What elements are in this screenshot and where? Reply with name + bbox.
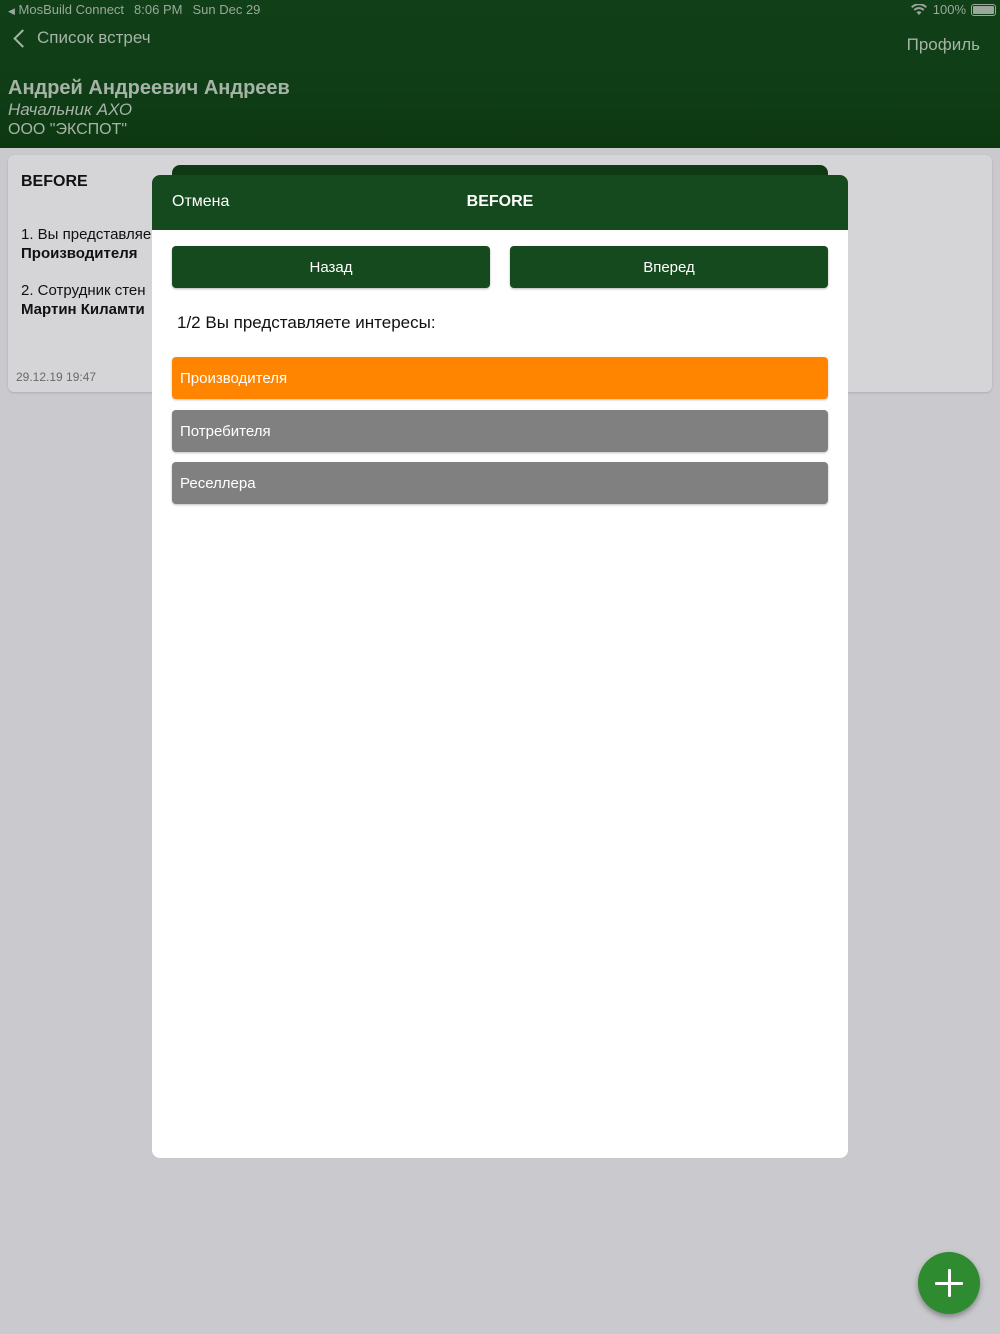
profile-button[interactable]: Профиль bbox=[907, 35, 980, 55]
user-name: Андрей Андреевич Андреев bbox=[8, 77, 290, 99]
back-to-app-link[interactable]: ◀ MosBuild Connect bbox=[8, 2, 124, 17]
battery-percent: 100% bbox=[932, 2, 966, 17]
user-info: Андрей Андреевич Андреев Начальник АХО О… bbox=[8, 76, 290, 140]
question-1-answer: Производителя bbox=[21, 245, 138, 262]
back-app-name: MosBuild Connect bbox=[18, 2, 125, 17]
status-date: Sun Dec 29 bbox=[192, 2, 261, 17]
question-1-text: 1. Вы представляе bbox=[21, 226, 152, 243]
back-button[interactable]: Назад bbox=[172, 246, 490, 288]
modal-title: BEFORE bbox=[466, 193, 534, 210]
meeting-card-question-2: 2. Сотрудник стен Мартин Киламти bbox=[21, 281, 146, 319]
status-bar: ◀ MosBuild Connect 8:06 PM Sun Dec 29 10… bbox=[0, 0, 1000, 20]
meeting-card-timestamp: 29.12.19 19:47 bbox=[16, 370, 97, 384]
chevron-left-icon bbox=[13, 28, 32, 48]
meeting-card-title: BEFORE bbox=[21, 173, 88, 190]
option-consumer[interactable]: Потребителя bbox=[172, 410, 828, 452]
battery-icon bbox=[971, 4, 996, 16]
cancel-button[interactable]: Отмена bbox=[172, 193, 229, 211]
status-time: 8:06 PM bbox=[134, 2, 183, 17]
option-producer[interactable]: Производителя bbox=[172, 357, 828, 399]
add-meeting-button[interactable] bbox=[918, 1252, 980, 1314]
status-right: 100% bbox=[910, 2, 966, 17]
question-2-answer: Мартин Киламти bbox=[21, 301, 145, 318]
meeting-card-question-1: 1. Вы представляе Производителя bbox=[21, 225, 151, 263]
user-company: ООО "ЭКСПОТ" bbox=[8, 121, 128, 138]
user-role: Начальник АХО bbox=[8, 100, 133, 119]
status-left: ◀ MosBuild Connect 8:06 PM Sun Dec 29 bbox=[8, 2, 260, 17]
app-header: ◀ MosBuild Connect 8:06 PM Sun Dec 29 10… bbox=[0, 0, 1000, 148]
question-2-text: 2. Сотрудник стен bbox=[21, 282, 146, 299]
back-label: Список встреч bbox=[37, 28, 151, 47]
modal-header: Отмена BEFORE bbox=[152, 175, 848, 230]
back-to-meetings-button[interactable]: Список встреч bbox=[10, 28, 151, 48]
navigation-bar: Список встреч Профиль bbox=[0, 28, 1000, 62]
back-triangle-icon: ◀ bbox=[8, 6, 15, 16]
option-reseller[interactable]: Реселлера bbox=[172, 462, 828, 504]
wifi-icon bbox=[910, 3, 927, 15]
forward-button[interactable]: Вперед bbox=[510, 246, 828, 288]
survey-question: 1/2 Вы представляете интересы: bbox=[177, 313, 436, 332]
survey-modal: Отмена BEFORE Назад Вперед 1/2 Вы предст… bbox=[152, 175, 848, 1158]
